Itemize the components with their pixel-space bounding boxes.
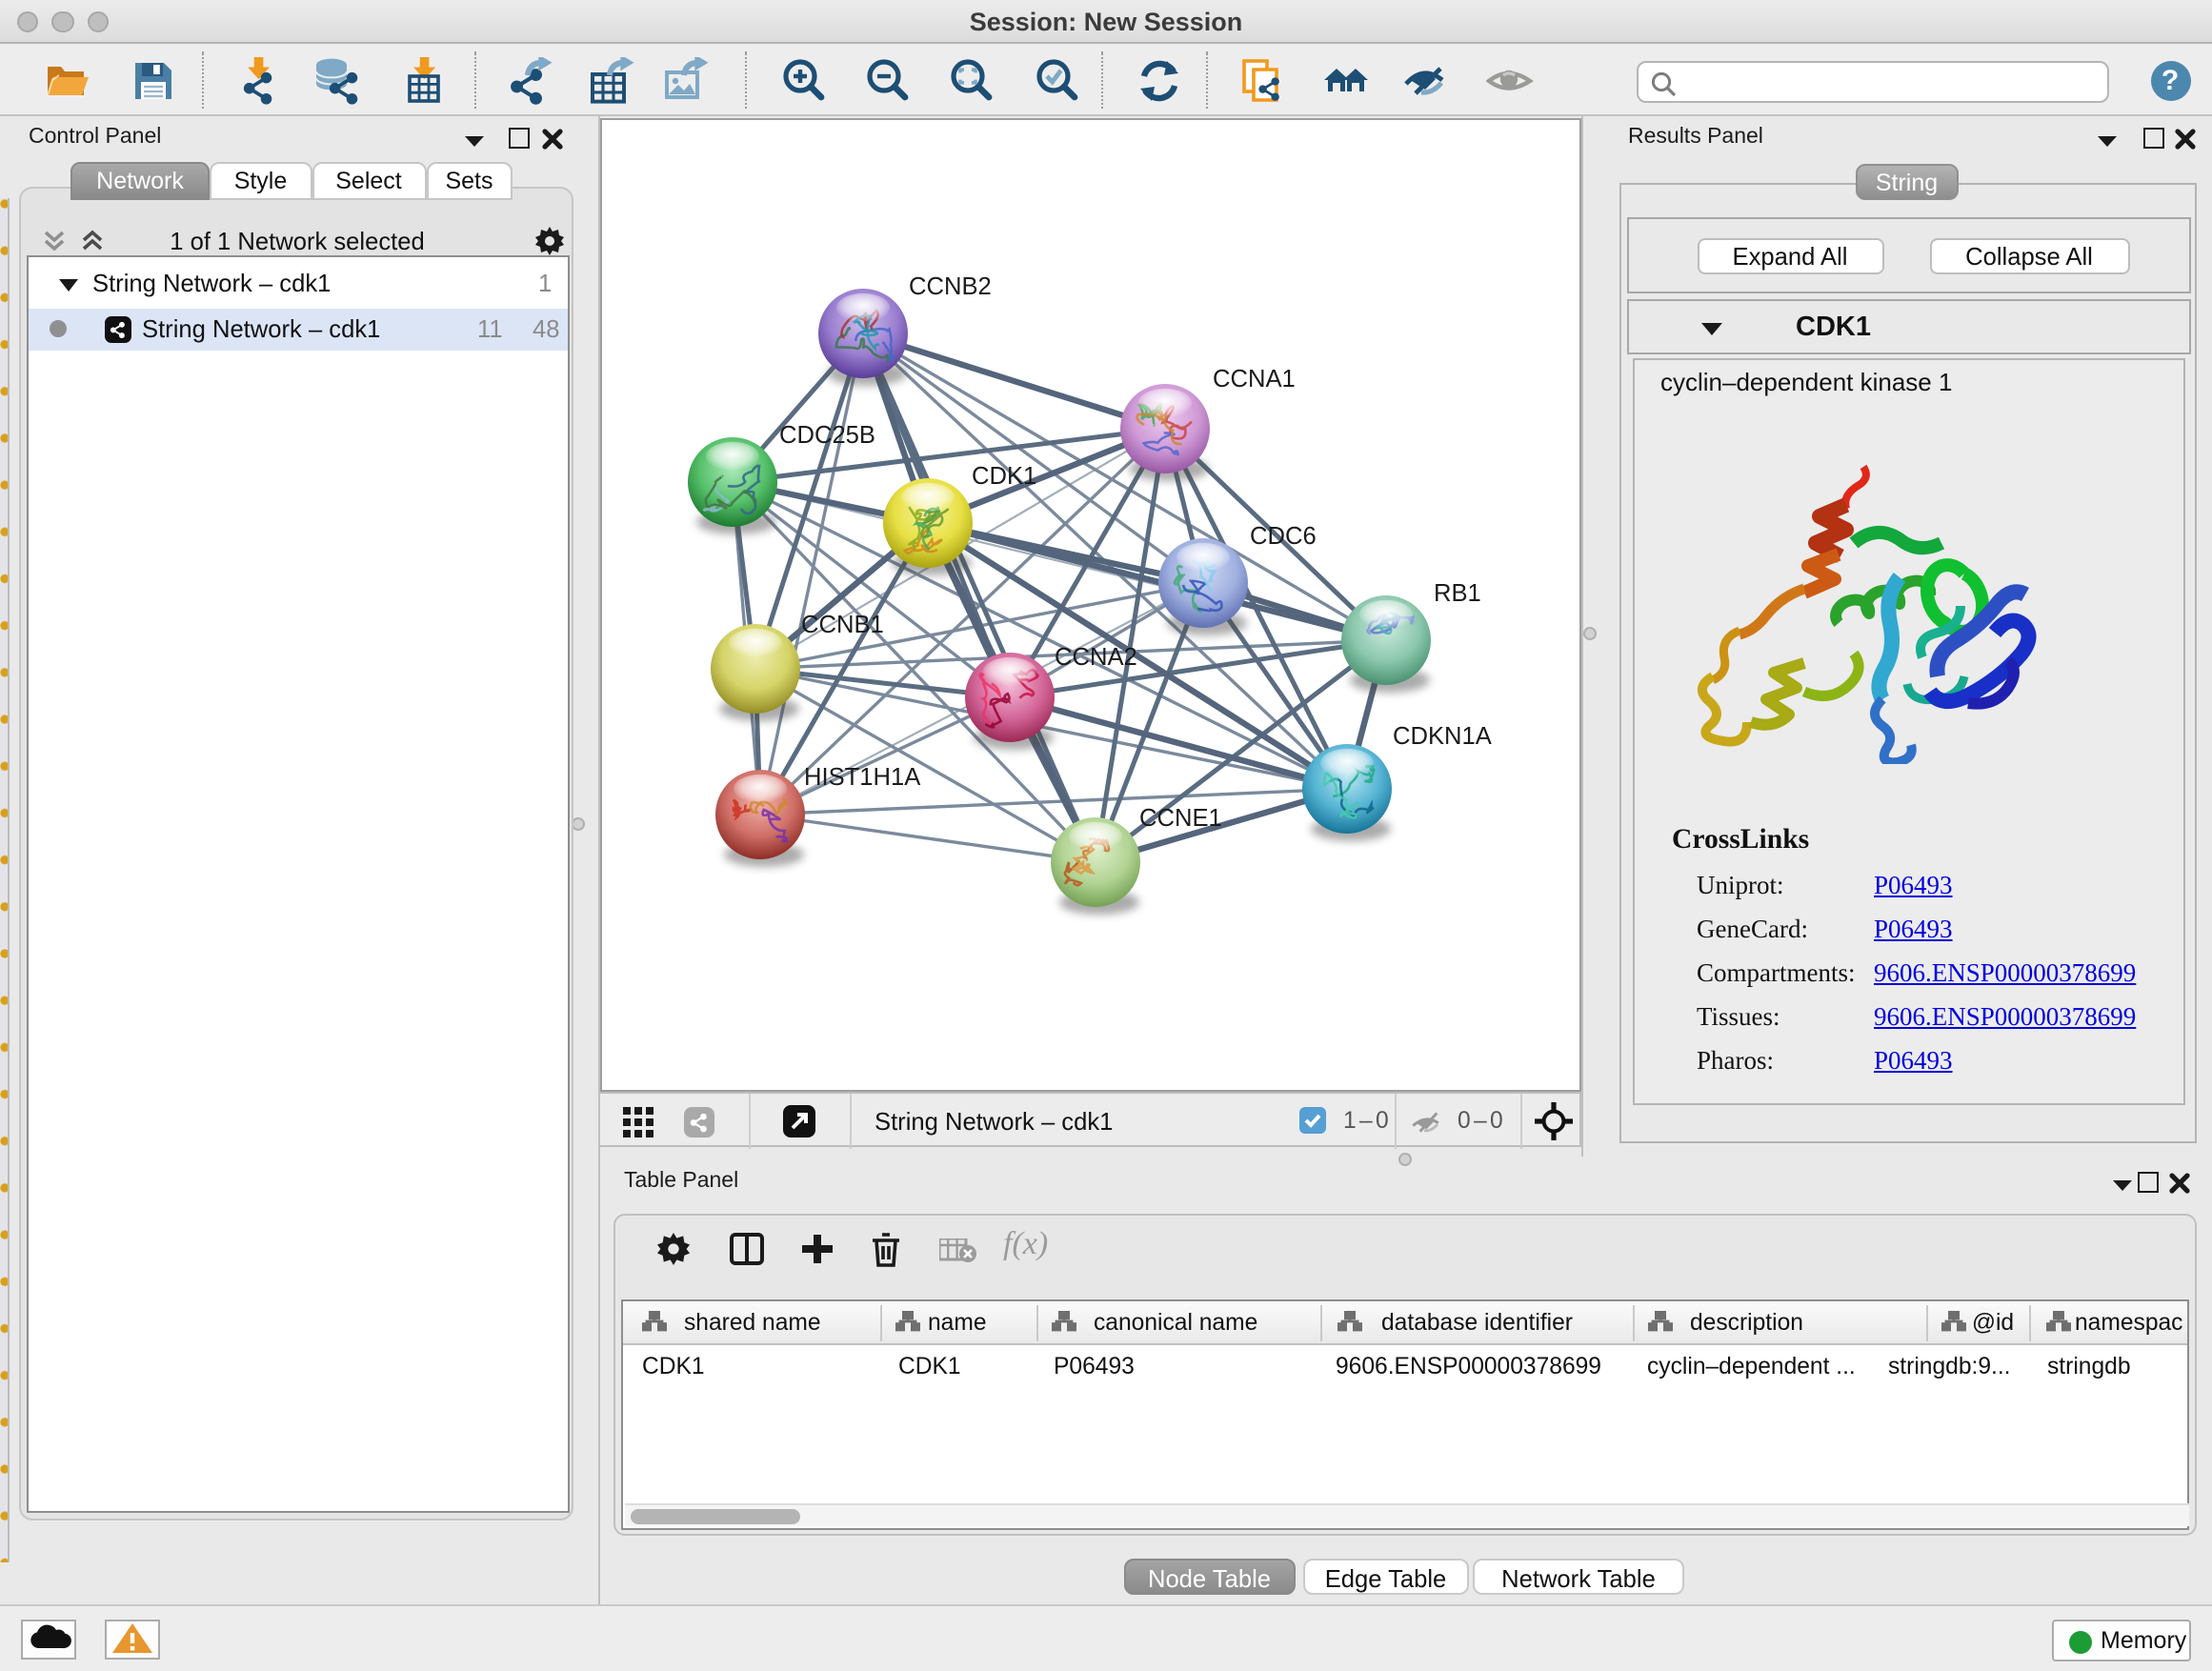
svg-text:CCNA2: CCNA2 bbox=[1055, 644, 1137, 671]
svg-text:CDKN1A: CDKN1A bbox=[1393, 723, 1493, 750]
svg-text:CDK1: CDK1 bbox=[972, 463, 1036, 490]
svg-text:CDC25B: CDC25B bbox=[779, 422, 875, 449]
svg-text:CCNB1: CCNB1 bbox=[801, 612, 884, 638]
svg-text:CCNA1: CCNA1 bbox=[1213, 366, 1296, 393]
svg-text:CDC6: CDC6 bbox=[1250, 523, 1317, 550]
svg-text:RB1: RB1 bbox=[1434, 580, 1481, 607]
svg-text:HIST1H1A: HIST1H1A bbox=[804, 764, 921, 791]
svg-text:CCNB2: CCNB2 bbox=[909, 273, 992, 300]
svg-text:CCNE1: CCNE1 bbox=[1139, 805, 1222, 832]
